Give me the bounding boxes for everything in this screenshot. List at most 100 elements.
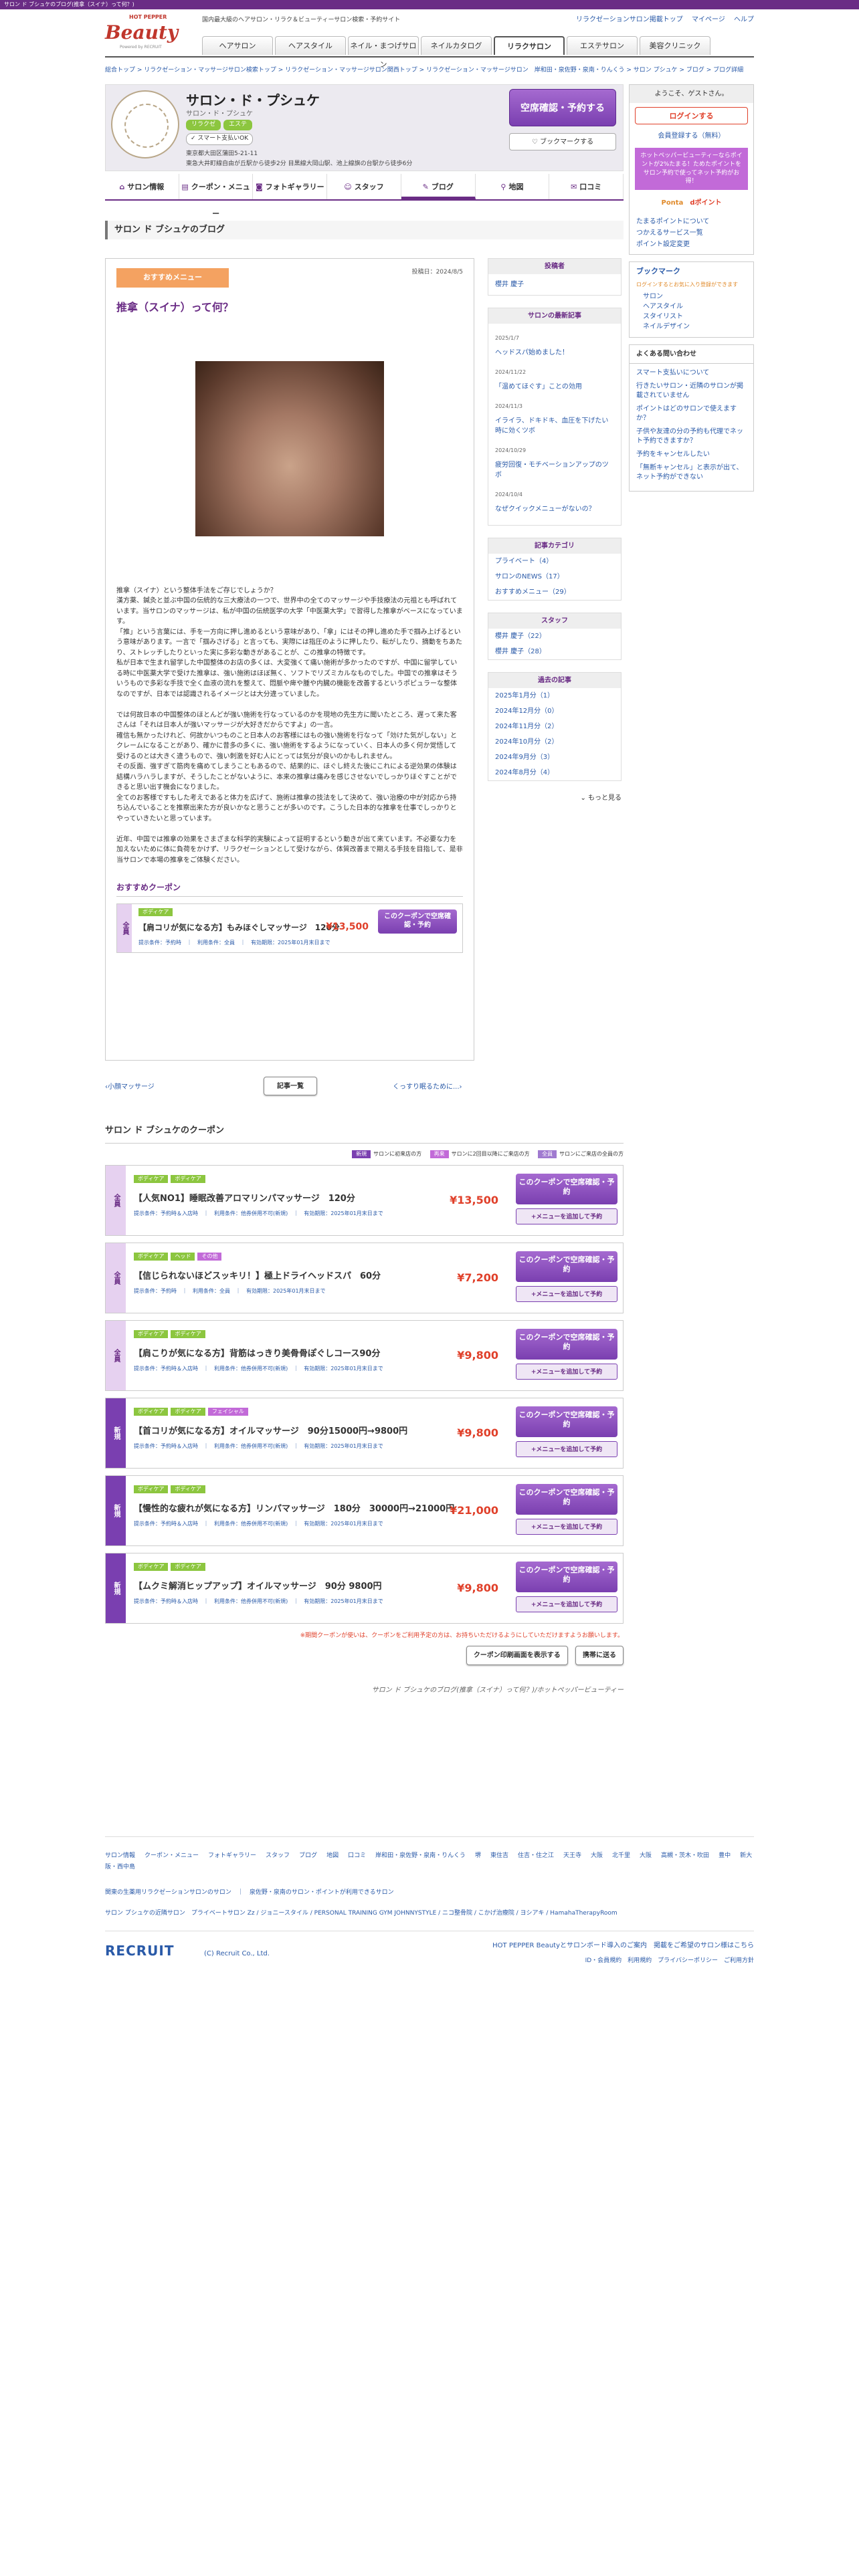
header-link-help[interactable]: ヘルプ bbox=[734, 16, 754, 23]
coupon-add-menu-button[interactable]: +メニューを追加して予約 bbox=[516, 1440, 617, 1457]
coupon-add-menu-button[interactable]: +メニューを追加して予約 bbox=[516, 1208, 617, 1224]
prev-post-link[interactable]: ‹小顔マッサージ bbox=[105, 1082, 155, 1092]
recent-post[interactable]: 2025/1/7 ヘッドスパ始めました！ bbox=[495, 329, 614, 363]
bookmark-link[interactable]: ネイルデザイン bbox=[643, 322, 747, 332]
category-link[interactable]: おすすめメニュー（29） bbox=[488, 584, 621, 600]
footer-link[interactable]: 岸和田・泉佐野・泉南・りんくう bbox=[375, 1852, 466, 1859]
footer-link[interactable]: 堺 bbox=[475, 1852, 481, 1859]
gnav-tab-esthe[interactable]: エステサロン bbox=[567, 36, 638, 55]
author-name[interactable]: 櫻井 慶子 bbox=[488, 274, 621, 295]
coupon-book-button[interactable]: このクーポンで空席確認・予約 bbox=[516, 1406, 617, 1437]
footer-legal-links[interactable]: ID・会員規約 利用規約 プライバシーポリシー ご利用方針 bbox=[585, 1957, 754, 1966]
recent-post[interactable]: 2024/11/22 「温めてほぐす」ことの効用 bbox=[495, 363, 614, 397]
salon-nav-coupon[interactable]: ▤ クーポン・メニュー bbox=[179, 174, 254, 218]
coupon-add-menu-button[interactable]: +メニューを追加して予約 bbox=[516, 1518, 617, 1535]
gnav-tab-clinic[interactable]: 美容クリニック bbox=[640, 36, 710, 55]
salon-nav-info[interactable]: ⌂ サロン情報 bbox=[105, 174, 179, 200]
gnav-tab-nailcatalog[interactable]: ネイルカタログ bbox=[421, 36, 492, 55]
recruit-logo[interactable]: RECRUIT bbox=[105, 1943, 174, 1959]
bookmark-link[interactable]: ヘアスタイル bbox=[643, 302, 747, 312]
category-link[interactable]: プライベート（4） bbox=[488, 554, 621, 569]
archive-link[interactable]: 2024年11月分（2） bbox=[488, 719, 621, 734]
faq-link[interactable]: 行きたいサロン・近隣のサロンが掲載されていません bbox=[636, 380, 747, 403]
coupon-book-button[interactable]: このクーポンで空席確認・予約 bbox=[516, 1483, 617, 1515]
faq-link[interactable]: 予約をキャンセルしたい bbox=[636, 448, 747, 461]
footer-link[interactable]: 大阪 bbox=[640, 1852, 652, 1859]
archive-link[interactable]: 2024年9月分（3） bbox=[488, 750, 621, 765]
footer-link[interactable]: 天王寺 bbox=[563, 1852, 581, 1859]
gnav-tab-hairstyle[interactable]: ヘアスタイル bbox=[275, 36, 346, 55]
recent-post[interactable]: 2024/10/29 疲労回復・モチベーションアップのツボ bbox=[495, 441, 614, 486]
gnav-tab-relax[interactable]: リラクサロン bbox=[494, 36, 565, 55]
print-coupon-button[interactable]: クーポン印刷画面を表示する bbox=[466, 1646, 568, 1666]
faq-link[interactable]: 子供や友達の分の予約も代理でネット予約できますか？ bbox=[636, 425, 747, 448]
coupon-book-button[interactable]: このクーポンで空席確認・予約 bbox=[378, 909, 457, 934]
point-link[interactable]: たまるポイントについて bbox=[636, 216, 747, 227]
footer-link[interactable]: 大阪 bbox=[591, 1852, 603, 1859]
site-logo[interactable]: HOT PEPPER Beauty Powered by RECRUIT bbox=[105, 13, 199, 50]
footer-link[interactable]: フォトギャラリー bbox=[208, 1852, 256, 1859]
archive-link[interactable]: 2024年12月分（0） bbox=[488, 704, 621, 719]
category-link[interactable]: サロンのNEWS（17） bbox=[488, 569, 621, 584]
gnav-tab-nail[interactable]: ネイル・まつげサロン bbox=[348, 36, 419, 69]
points-banner[interactable]: ホットペッパービューティーならポイントが2%たまる！ためたポイントをサロン予約で… bbox=[635, 148, 748, 190]
smart-pay-badge[interactable]: ✓ スマート支払いOK bbox=[186, 133, 254, 145]
faq-link[interactable]: ポイントはどのサロンで使えますか？ bbox=[636, 403, 747, 425]
faq-link[interactable]: 「無断キャンセル」と表示が出て、ネット予約ができない bbox=[636, 461, 747, 484]
bookmark-link[interactable]: サロン bbox=[643, 292, 747, 302]
coupon-book-button[interactable]: このクーポンで空席確認・予約 bbox=[516, 1561, 617, 1592]
header-link-mypage[interactable]: マイページ bbox=[692, 16, 725, 23]
coupon-book-button[interactable]: このクーポンで空席確認・予約 bbox=[516, 1328, 617, 1360]
footer-link[interactable]: 東住吉 bbox=[490, 1852, 508, 1859]
salon-nav-staff[interactable]: ☺ スタッフ bbox=[327, 174, 401, 200]
coupon-cards: 全員 ボディケア ボディケア 【人気NO1】睡眠改善アロマリンパマッサージ 120分提… bbox=[105, 1164, 624, 1624]
recent-post[interactable]: 2024/11/3 イライラ、ドキドキ、血圧を下げたい時に効くツボ bbox=[495, 397, 614, 441]
breadcrumb[interactable]: 総合トップ > リラクゼーション・マッサージサロン検索トップ > リラクゼーショ… bbox=[105, 66, 754, 75]
bookmark-heading[interactable]: ブックマーク bbox=[630, 262, 753, 282]
coupon-add-menu-button[interactable]: +メニューを追加して予約 bbox=[516, 1596, 617, 1612]
register-link[interactable]: 会員登録する（無料） bbox=[630, 128, 753, 144]
bookmark-link[interactable]: スタイリスト bbox=[643, 312, 747, 322]
coupon-book-button[interactable]: このクーポンで空席確認・予約 bbox=[516, 1173, 617, 1204]
footer-link[interactable]: 地図 bbox=[326, 1852, 339, 1859]
login-button[interactable]: ログインする bbox=[635, 107, 748, 125]
footer-link[interactable]: 住吉・住之江 bbox=[518, 1852, 554, 1859]
footer-salonboard-link[interactable]: HOT PEPPER Beautyとサロンボード導入のご案内 掲載をご希望のサロ… bbox=[492, 1941, 754, 1951]
footer-link[interactable]: 高槻・茨木・吹田 bbox=[661, 1852, 709, 1859]
footer-link[interactable]: クーポン・メニュー bbox=[145, 1852, 199, 1859]
salon-name[interactable]: サロン・ド・プシュケ bbox=[186, 90, 320, 110]
header-link-relax-top[interactable]: リラクゼーションサロン掲載トップ bbox=[576, 16, 683, 23]
footer-nearby-salons[interactable]: サロン プシュケの近隣サロン プライベートサロン Zz / ジョニースタイル /… bbox=[105, 1908, 754, 1919]
coupon-add-menu-button[interactable]: +メニューを追加して予約 bbox=[516, 1363, 617, 1380]
staff-link[interactable]: 櫻井 慶子（22） bbox=[488, 629, 621, 644]
gnav-tab-hair[interactable]: ヘアサロン bbox=[202, 36, 273, 55]
footer-link[interactable]: 口コミ bbox=[348, 1852, 366, 1859]
salon-nav-blog[interactable]: ✎ ブログ bbox=[401, 174, 476, 200]
book-button[interactable]: 空席確認・予約する bbox=[509, 89, 616, 127]
faq-link[interactable]: スマート支払いについて bbox=[636, 366, 747, 380]
footer-link[interactable]: 豊中 bbox=[719, 1852, 731, 1859]
coupon-price: ¥9,800 bbox=[457, 1581, 498, 1594]
footer-link[interactable]: 北千里 bbox=[612, 1852, 630, 1859]
footer-link[interactable]: スタッフ bbox=[266, 1852, 290, 1859]
footer-area-links[interactable]: 関東の生薬用リラクゼーションサロンのサロン ｜ 泉佐野・泉南のサロン・ポイントが… bbox=[105, 1889, 754, 1898]
next-post-link[interactable]: くっすり眠るために...› bbox=[393, 1082, 462, 1092]
footer-link[interactable]: ブログ bbox=[299, 1852, 317, 1859]
coupon-add-menu-button[interactable]: +メニューを追加して予約 bbox=[516, 1285, 617, 1302]
salon-nav-review[interactable]: ✉ 口コミ bbox=[549, 174, 624, 200]
post-list-button[interactable]: 記事一覧 bbox=[264, 1077, 317, 1096]
more-link[interactable]: ⌄ もっと見る bbox=[488, 793, 622, 803]
send-mobile-button[interactable]: 携帯に送る bbox=[575, 1646, 624, 1666]
archive-link[interactable]: 2024年8月分（4） bbox=[488, 765, 621, 780]
bookmark-button[interactable]: ♡ ブックマークする bbox=[509, 133, 616, 151]
footer-link[interactable]: サロン情報 bbox=[105, 1852, 135, 1859]
point-link[interactable]: ポイント設定変更 bbox=[636, 239, 747, 250]
recent-post[interactable]: 2024/10/4 なぜクイックメニューがないの？ bbox=[495, 486, 614, 520]
archive-link[interactable]: 2025年1月分（1） bbox=[488, 688, 621, 704]
archive-link[interactable]: 2024年10月分（2） bbox=[488, 734, 621, 750]
staff-link[interactable]: 櫻井 慶子（28） bbox=[488, 644, 621, 659]
salon-nav-photo[interactable]: ◙ フォトギャラリー bbox=[253, 174, 328, 200]
salon-nav-map[interactable]: ⚲ 地図 bbox=[476, 174, 550, 200]
point-link[interactable]: つかえるサービス一覧 bbox=[636, 227, 747, 239]
coupon-book-button[interactable]: このクーポンで空席確認・予約 bbox=[516, 1251, 617, 1282]
